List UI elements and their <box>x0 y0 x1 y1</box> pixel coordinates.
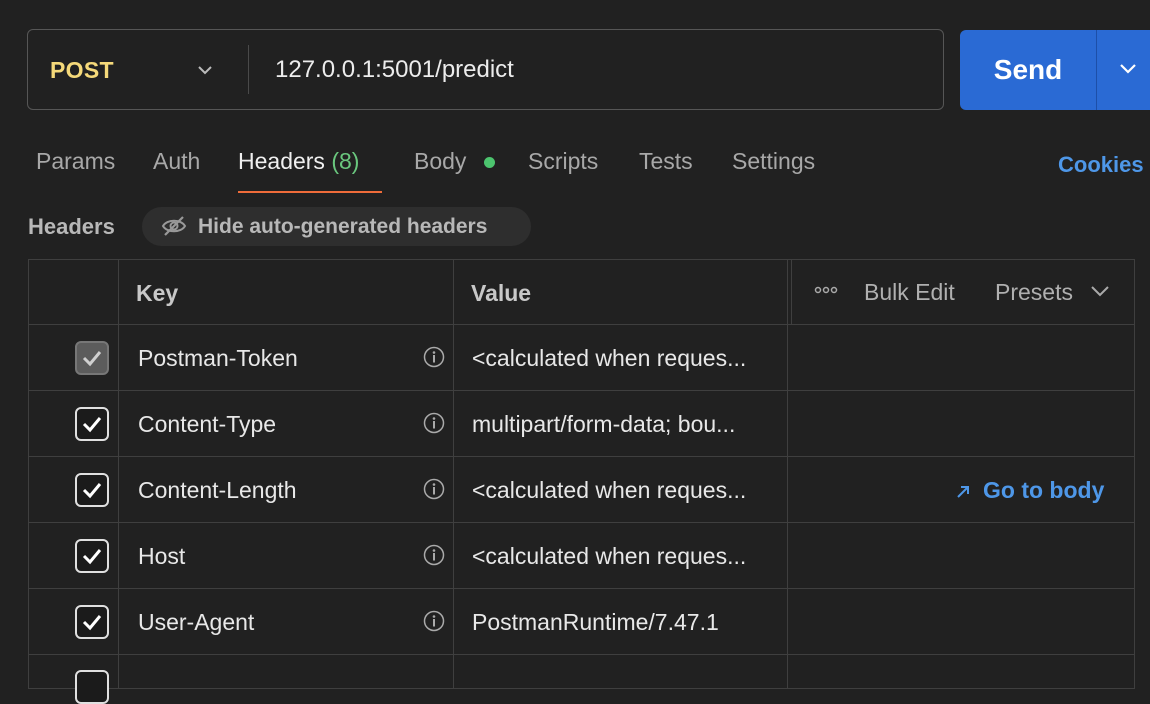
tab-auth[interactable]: Auth <box>153 148 200 175</box>
active-tab-indicator <box>238 191 382 193</box>
row-divider <box>28 390 1135 391</box>
tab-label: Headers <box>238 148 325 174</box>
tab-settings[interactable]: Settings <box>732 148 815 175</box>
header-key: Content-Length <box>138 477 297 503</box>
header-key: Host <box>138 543 186 569</box>
check-icon <box>82 351 102 367</box>
info-icon[interactable] <box>423 610 445 632</box>
request-url-bar: POST 127.0.0.1:5001/predict <box>27 29 944 110</box>
headers-section-title: Headers <box>28 214 115 239</box>
chevron-down-icon <box>1091 286 1109 297</box>
tab-body[interactable]: Body <box>414 148 466 175</box>
header-key: Postman-Token <box>138 345 298 371</box>
tab-tests[interactable]: Tests <box>639 148 693 175</box>
check-icon <box>82 615 102 631</box>
row-divider <box>28 324 1135 325</box>
header-value[interactable]: <calculated when reques... <box>472 543 746 570</box>
row-checkbox[interactable] <box>75 670 109 704</box>
go-to-body-label: Go to body <box>983 477 1105 503</box>
row-checkbox[interactable] <box>75 341 109 375</box>
eye-slash-icon <box>161 216 187 236</box>
tab-params[interactable]: Params <box>36 148 115 175</box>
send-button[interactable]: Send <box>960 30 1096 110</box>
info-icon[interactable] <box>423 346 445 368</box>
info-icon[interactable] <box>423 478 445 500</box>
row-checkbox[interactable] <box>75 473 109 507</box>
column-header-key: Key <box>136 280 179 306</box>
row-checkbox[interactable] <box>75 407 109 441</box>
tab-headers[interactable]: Headers (8) <box>238 148 359 175</box>
bulk-edit-button[interactable]: Bulk Edit <box>864 279 955 306</box>
hide-auto-generated-toggle[interactable]: Hide auto-generated headers <box>142 207 531 246</box>
cookies-link[interactable]: Cookies <box>1058 152 1144 178</box>
method-select[interactable]: POST <box>50 57 114 84</box>
hide-auto-generated-label: Hide auto-generated headers <box>198 215 488 238</box>
send-options-button[interactable] <box>1096 30 1150 110</box>
check-icon <box>82 483 102 499</box>
chevron-down-icon <box>1120 64 1136 74</box>
header-value[interactable]: multipart/form-data; bou... <box>472 411 735 438</box>
check-icon <box>82 549 102 565</box>
header-key: Content-Type <box>138 411 277 437</box>
go-to-body-link[interactable]: Go to body <box>955 477 1104 504</box>
row-divider <box>28 654 1135 655</box>
presets-dropdown[interactable]: Presets <box>995 279 1073 306</box>
arrow-up-right-icon <box>957 485 969 498</box>
header-value[interactable]: <calculated when reques... <box>472 477 746 504</box>
row-divider <box>28 588 1135 589</box>
column-divider <box>791 259 792 325</box>
row-divider <box>28 456 1135 457</box>
more-options-icon[interactable] <box>814 283 838 297</box>
header-value[interactable]: <calculated when reques... <box>472 345 746 372</box>
headers-count-badge: (8) <box>331 148 360 174</box>
url-input[interactable]: 127.0.0.1:5001/predict <box>275 56 514 84</box>
column-header-value: Value <box>471 280 532 306</box>
body-modified-dot <box>484 157 495 168</box>
header-value[interactable]: PostmanRuntime/7.47.1 <box>472 609 719 636</box>
info-icon[interactable] <box>423 412 445 434</box>
header-key: User-Agent <box>138 609 255 635</box>
chevron-down-icon[interactable] <box>196 61 214 79</box>
row-divider <box>28 522 1135 523</box>
tab-scripts[interactable]: Scripts <box>528 148 598 175</box>
info-icon[interactable] <box>423 544 445 566</box>
row-checkbox[interactable] <box>75 605 109 639</box>
row-checkbox[interactable] <box>75 539 109 573</box>
check-icon <box>82 417 102 433</box>
divider <box>248 45 249 94</box>
